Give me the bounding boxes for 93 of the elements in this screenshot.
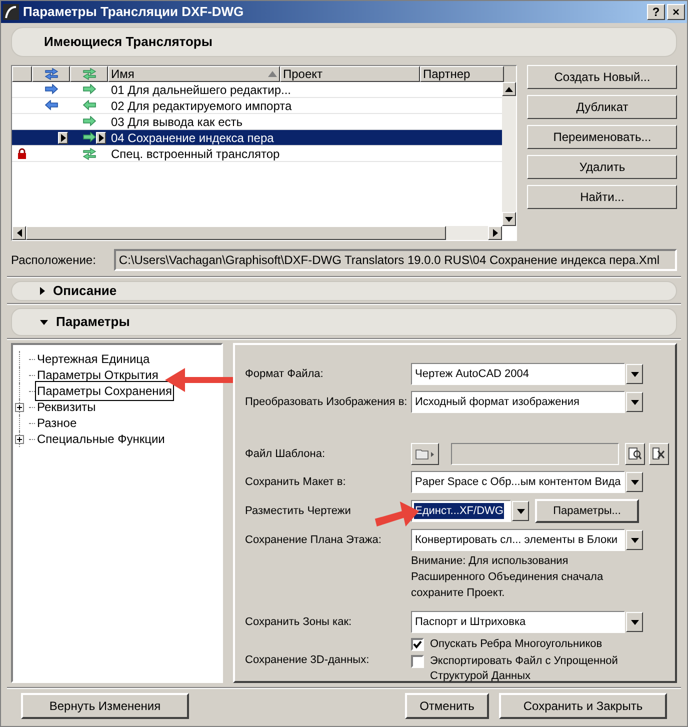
field-label: Разместить Чертежи bbox=[245, 504, 352, 519]
field-label: Преобразовать Изображения в: bbox=[245, 394, 408, 410]
column-header[interactable] bbox=[70, 66, 108, 82]
dropdown-button[interactable] bbox=[626, 530, 643, 550]
dropdown-button[interactable] bbox=[626, 472, 643, 492]
clear-button[interactable] bbox=[649, 443, 669, 465]
magnifier-icon bbox=[628, 447, 642, 461]
action-button[interactable]: Удалить bbox=[527, 155, 677, 179]
dropdown-field[interactable]: Чертеж AutoCAD 2004 bbox=[411, 363, 625, 385]
caret-icon bbox=[630, 538, 638, 542]
expand-button[interactable] bbox=[58, 132, 68, 144]
window-title: Параметры Трансляции DXF-DWG bbox=[23, 3, 244, 22]
column-header[interactable]: Имя bbox=[108, 66, 280, 82]
triangle-icon bbox=[16, 229, 22, 237]
expand-icon[interactable] bbox=[15, 434, 24, 444]
table-cell-text: 02 Для редактируемого импорта bbox=[110, 98, 292, 114]
caret-icon bbox=[630, 620, 638, 624]
location-label: Расположение: bbox=[11, 252, 96, 269]
table-row[interactable]: 01 Для дальнейшего редактир... bbox=[12, 82, 502, 98]
dropdown-button[interactable] bbox=[626, 364, 643, 384]
dropdown-field[interactable]: Конвертировать сл... элементы в Блоки bbox=[411, 529, 625, 551]
double-arrow-icon bbox=[44, 68, 58, 80]
action-button[interactable]: Дубликат bbox=[527, 95, 677, 119]
action-button[interactable]: Создать Новый... bbox=[527, 65, 677, 89]
location-field: C:\Users\Vachagan\Graphisoft\DXF-DWG Translators 19.0.0 RUS\04 Сохранение индекса пера.Xml bbox=[114, 249, 677, 271]
check-icon bbox=[413, 640, 422, 649]
clear-icon bbox=[652, 447, 666, 461]
template-field[interactable] bbox=[451, 443, 619, 465]
table-cell-text: 04 Сохранение индекса пера bbox=[110, 130, 274, 146]
scroll-button[interactable] bbox=[488, 226, 502, 240]
scroll-button[interactable] bbox=[502, 212, 516, 226]
table-cell-text: Спец. встроенный транслятор bbox=[110, 146, 280, 162]
dropdown-field[interactable]: Исходный формат изображения bbox=[411, 391, 625, 413]
section-header[interactable]: Имеющиеся Трансляторы bbox=[11, 27, 677, 57]
dropdown-field[interactable]: Единст...XF/DWG bbox=[411, 500, 511, 522]
field-label: Сохранить Макет в: bbox=[245, 474, 347, 490]
dropdown-button[interactable] bbox=[626, 612, 643, 632]
table-cell-text: 01 Для дальнейшего редактир... bbox=[110, 82, 292, 98]
dropdown-field[interactable]: Paper Space с Обр...ым контентом Вида bbox=[411, 471, 625, 493]
checkbox-label: Экспортировать Файл с Упрощенной Структурой Данных bbox=[430, 654, 619, 684]
triangle-icon bbox=[60, 134, 66, 142]
section-header[interactable]: Параметры bbox=[11, 308, 677, 336]
close-button[interactable]: × bbox=[667, 4, 685, 20]
caret-icon bbox=[630, 400, 638, 404]
checkbox-label: Опускать Ребра Многоугольников bbox=[430, 637, 604, 652]
caret-icon bbox=[630, 372, 638, 376]
section-title: Описание bbox=[53, 282, 117, 300]
triangle-icon bbox=[505, 86, 514, 92]
field-label: Сохранение Плана Этажа: bbox=[245, 532, 382, 548]
section-title: Параметры bbox=[56, 313, 130, 332]
tree-item[interactable]: Параметры Сохранения bbox=[35, 381, 174, 401]
expanded-triangle-icon bbox=[40, 320, 48, 324]
table-row[interactable]: 03 Для вывода как есть bbox=[12, 114, 502, 130]
collapsed-triangle-icon bbox=[40, 287, 45, 295]
double-arrow-icon bbox=[82, 68, 96, 80]
caret-icon bbox=[630, 480, 638, 484]
table-cell-text: 03 Для вывода как есть bbox=[110, 114, 242, 130]
sort-icon bbox=[268, 71, 277, 77]
field-label: Формат Файла: bbox=[245, 366, 324, 382]
column-header[interactable] bbox=[32, 66, 70, 82]
parameters-button[interactable]: Параметры... bbox=[535, 499, 639, 523]
revert-button[interactable]: Вернуть Изменения bbox=[21, 693, 189, 719]
expand-icon[interactable] bbox=[15, 402, 24, 412]
browse-button[interactable] bbox=[625, 443, 645, 465]
cancel-button[interactable]: Отменить bbox=[405, 693, 489, 719]
table-row[interactable]: 04 Сохранение индекса пера bbox=[12, 130, 502, 146]
folder-icon bbox=[415, 448, 435, 460]
dropdown-button[interactable] bbox=[626, 392, 643, 412]
folder-button[interactable] bbox=[411, 443, 439, 465]
field-label: Файл Шаблона: bbox=[245, 446, 326, 462]
scroll-button[interactable] bbox=[12, 226, 26, 240]
section-header[interactable]: Описание bbox=[11, 281, 677, 301]
action-button[interactable]: Переименовать... bbox=[527, 125, 677, 149]
field-label: Сохранение 3D-данных: bbox=[245, 653, 370, 668]
table-row[interactable]: 02 Для редактируемого импорта bbox=[12, 98, 502, 114]
field-label: Сохранить Зоны как: bbox=[245, 614, 353, 630]
triangle-icon bbox=[98, 134, 104, 142]
checkbox[interactable] bbox=[411, 655, 424, 668]
action-button[interactable]: Найти... bbox=[527, 185, 677, 209]
column-header[interactable]: Проект bbox=[280, 66, 420, 82]
warning-note: Внимание: Для использования Расширенного Объединения сначала сохраните Проект. bbox=[411, 554, 604, 601]
help-button[interactable]: ? bbox=[647, 4, 665, 20]
column-header[interactable] bbox=[12, 66, 32, 82]
table-row[interactable]: Спец. встроенный транслятор bbox=[12, 146, 502, 162]
caret-icon bbox=[516, 508, 524, 514]
expand-button[interactable] bbox=[96, 132, 106, 144]
dropdown-button[interactable] bbox=[512, 501, 529, 521]
save-close-button[interactable]: Сохранить и Закрыть bbox=[499, 693, 667, 719]
scroll-button[interactable] bbox=[502, 82, 516, 96]
dropdown-field[interactable]: Паспорт и Штриховка bbox=[411, 611, 625, 633]
app-logo-icon bbox=[3, 4, 19, 20]
column-header[interactable]: Партнер bbox=[420, 66, 504, 82]
checkbox[interactable] bbox=[411, 638, 424, 651]
